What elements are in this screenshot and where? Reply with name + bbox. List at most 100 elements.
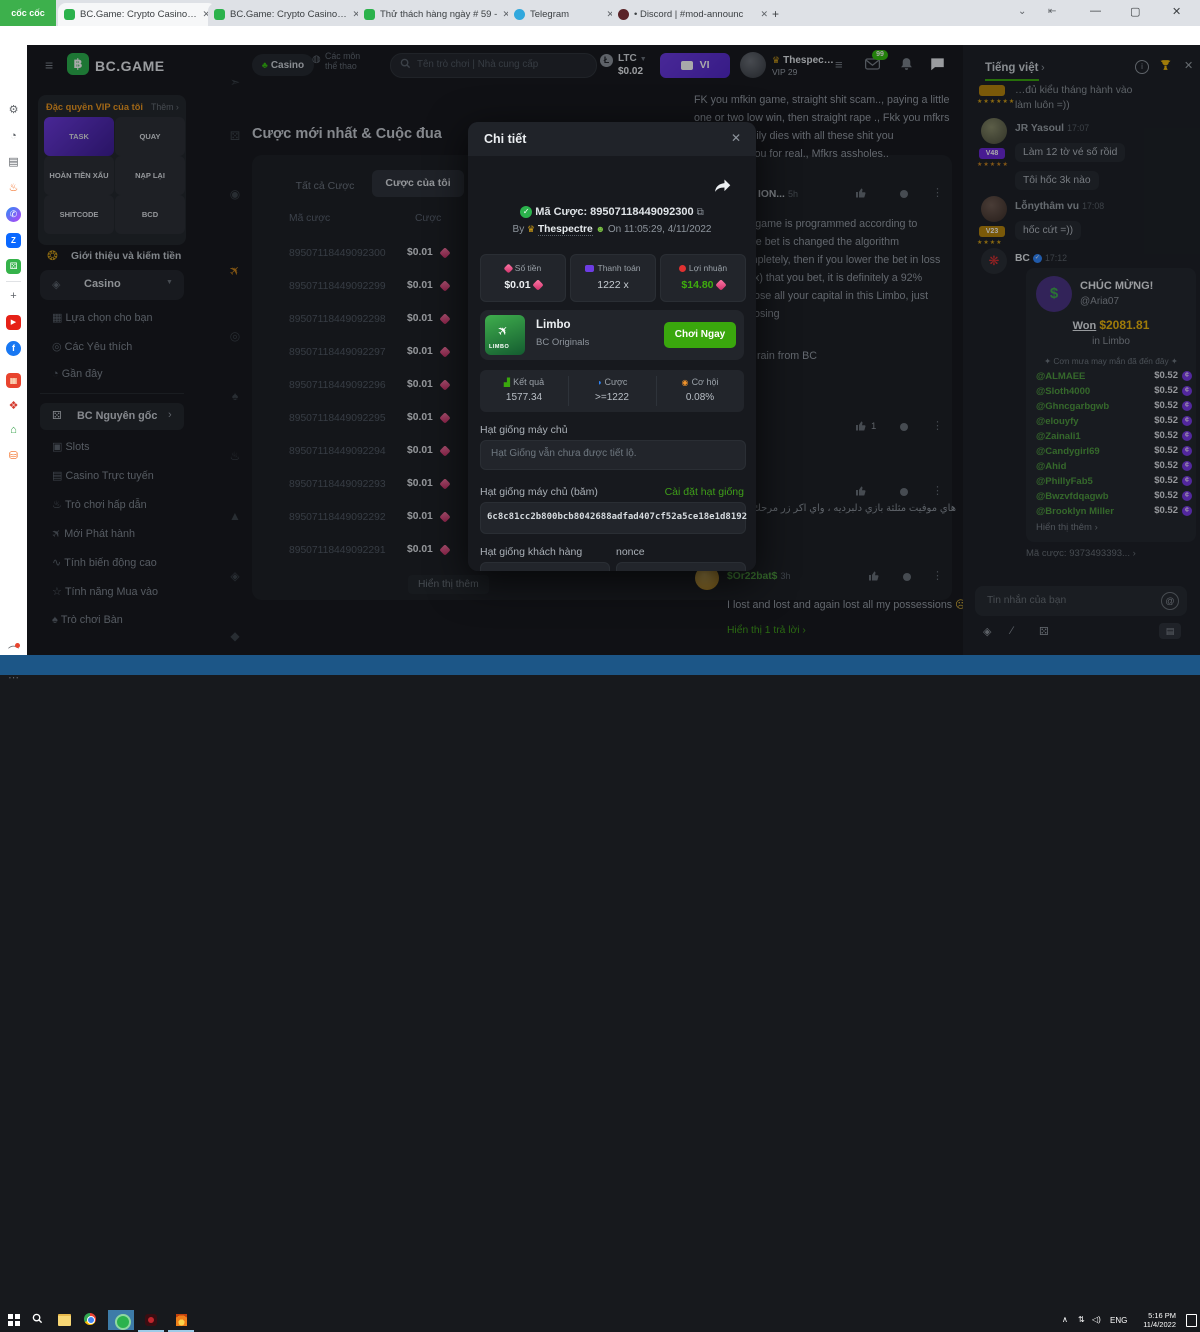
like-icon[interactable]: [855, 420, 867, 432]
tray-volume-icon[interactable]: ◁): [1092, 1315, 1101, 1324]
chat-user-row[interactable]: Lỗnythâm vu 17:08: [1015, 200, 1104, 212]
facebook-icon[interactable]: f: [6, 341, 21, 356]
window-close-button[interactable]: ✕: [1172, 5, 1181, 18]
browser-tab-3[interactable]: Thử thách hàng ngày # 59 - ✕: [358, 3, 516, 26]
messenger-icon[interactable]: ✆: [6, 207, 21, 222]
chat-toggle-icon[interactable]: [930, 57, 945, 71]
browser-tab-5[interactable]: • Discord | #mod-announc ✕: [612, 3, 774, 26]
chat-rules-icon[interactable]: ▤: [1159, 623, 1181, 639]
game-center-icon[interactable]: ⚄: [6, 259, 21, 274]
tray-expand-icon[interactable]: ∧: [1062, 1315, 1068, 1324]
seed-settings-link[interactable]: Cài đặt hạt giống: [634, 486, 744, 498]
congrats-user[interactable]: @Aria07: [1080, 296, 1119, 307]
wallet-button[interactable]: VI: [660, 53, 730, 78]
browser-tab-4[interactable]: Telegram ✕: [508, 3, 620, 26]
slash-command-icon[interactable]: ∕: [1011, 625, 1013, 637]
browser-tab-1[interactable]: BC.Game: Crypto Casino Gam ✕: [58, 3, 216, 26]
modal-close-icon[interactable]: ✕: [731, 131, 741, 145]
chevron-right-icon[interactable]: ›: [1041, 62, 1045, 74]
window-maximize-button[interactable]: ▢: [1130, 5, 1140, 18]
coccoc-taskbar-app[interactable]: [108, 1310, 134, 1330]
youtube-icon[interactable]: ▶: [6, 315, 21, 330]
flame-taskbar-app[interactable]: [168, 1310, 194, 1332]
rail-mine-icon[interactable]: ▲: [226, 509, 244, 523]
casino-select[interactable]: ◈ Casino ▼: [40, 270, 184, 300]
table-row[interactable]: 89507118449092298$0.0111:0: [289, 313, 386, 325]
rail-spade-icon[interactable]: ♠: [226, 389, 244, 403]
like-icon[interactable]: [855, 187, 867, 199]
chat-avatar[interactable]: [981, 196, 1007, 222]
bcgame-taskbar-app[interactable]: [138, 1310, 164, 1332]
rail-limbo-rocket-icon[interactable]: ✈: [223, 259, 247, 283]
winner-name[interactable]: @Zainali1: [1036, 431, 1081, 442]
play-now-button[interactable]: Chơi Ngay: [664, 322, 736, 348]
more-menu-icon[interactable]: ⋮: [932, 484, 943, 497]
mail-icon[interactable]: 99: [865, 58, 880, 70]
rain-bet-code-link[interactable]: Mã cược: 9373493393... ›: [1026, 548, 1136, 559]
browser-tab-2[interactable]: BC.Game: Crypto Casino Gan ✕: [208, 3, 366, 26]
rail-dice-icon[interactable]: ⚄: [226, 129, 244, 143]
copy-icon[interactable]: ⧉: [697, 207, 704, 218]
user-info[interactable]: ♛ Thespectre VIP 29: [772, 54, 835, 77]
show-more-winners-link[interactable]: Hiển thị thêm ›: [1036, 522, 1098, 533]
history-clock-icon[interactable]: ◔: [6, 129, 21, 144]
table-row[interactable]: 89507118449092300$0.0111:0: [289, 247, 386, 259]
shopping-icon[interactable]: ▦: [6, 373, 21, 388]
info-icon[interactable]: i: [1135, 60, 1149, 74]
limbo-thumbnail[interactable]: ✈ LIMBO: [485, 315, 525, 355]
dislike-dot-icon[interactable]: [900, 190, 908, 198]
gift-icon[interactable]: ❖: [6, 399, 21, 414]
show-more-button[interactable]: Hiển thị thêm: [408, 575, 489, 594]
rail-pin-icon[interactable]: ➣: [226, 75, 244, 89]
like-icon[interactable]: [855, 485, 867, 497]
sidebar-item-table-games[interactable]: ♠ Trò chơi Bàn: [52, 614, 123, 626]
tab-history-icon[interactable]: ⇤: [1048, 6, 1056, 17]
server-seed-hash-field[interactable]: 6c8c81cc2b800bcb8042688adfad407cf52a5ce1…: [480, 502, 746, 534]
dislike-dot-icon[interactable]: [903, 573, 911, 581]
newsfeed-icon[interactable]: ▤: [6, 155, 21, 170]
sidebar-toggle-icon[interactable]: ≡: [45, 57, 53, 73]
dislike-dot-icon[interactable]: [900, 423, 908, 431]
vip-more-link[interactable]: Thêm ›: [151, 102, 179, 112]
nav-sports-button[interactable]: Các môn thể thao: [325, 51, 360, 71]
nav-casino-button[interactable]: ♣ Casino: [252, 54, 314, 76]
sidebar-item-favorites[interactable]: ◎ Các Yêu thích: [52, 340, 132, 353]
rail-wheel-icon[interactable]: ◎: [226, 329, 244, 343]
close-chat-icon[interactable]: ✕: [1184, 59, 1193, 72]
nonce-field[interactable]: [616, 562, 746, 571]
hot-flame-icon[interactable]: ♨: [6, 181, 21, 196]
winner-name[interactable]: @ALMAEE: [1036, 371, 1085, 382]
table-row[interactable]: 89507118449092293$0.0111:0: [289, 478, 386, 490]
table-row[interactable]: 89507118449092299$0.0111:0: [289, 280, 386, 292]
sidebar-item-new-releases[interactable]: ✈ Mới Phát hành: [52, 527, 135, 540]
more-menu-icon[interactable]: ⋮: [932, 419, 943, 432]
file-explorer-icon[interactable]: [58, 1314, 71, 1326]
bcgame-logo-icon[interactable]: ฿: [67, 53, 89, 75]
bell-icon[interactable]: [900, 57, 913, 71]
referral-link[interactable]: Giới thiệu và kiếm tiền: [71, 251, 181, 262]
chat-message-input[interactable]: Tin nhắn của bạn @: [975, 586, 1187, 616]
chat-room-label[interactable]: Tiếng việt: [985, 62, 1038, 74]
sidebar-item-high-volatility[interactable]: ∿ Tính biến động cao: [52, 556, 157, 569]
winner-name[interactable]: @Brooklyn Miller: [1036, 506, 1114, 517]
client-seed-field[interactable]: [480, 562, 610, 571]
sidebar-item-live-casino[interactable]: ▤ Casino Trực tuyến: [52, 469, 154, 482]
chrome-icon[interactable]: [84, 1313, 96, 1325]
share-bet-icon[interactable]: [714, 178, 732, 194]
zalo-icon[interactable]: Z: [6, 233, 21, 248]
winner-name[interactable]: @PhillyFab5: [1036, 476, 1093, 487]
promo-shitcode-card[interactable]: SHITCODE: [44, 195, 114, 234]
sidebar-item-slots[interactable]: ▣ Slots: [52, 440, 89, 453]
settings-gear-icon[interactable]: ⚙: [6, 103, 21, 118]
sidebar-item-hot-games[interactable]: ♨ Trò chơi hấp dẫn: [52, 498, 147, 511]
winner-name[interactable]: @Sloth4000: [1036, 386, 1090, 397]
promo-reload-card[interactable]: NẠP LẠI: [115, 156, 185, 195]
mention-at-icon[interactable]: @: [1161, 592, 1179, 610]
clock[interactable]: 5:16 PM 11/4/2022: [1134, 1312, 1176, 1329]
action-center-icon[interactable]: [1186, 1314, 1197, 1327]
table-row[interactable]: 89507118449092295$0.0111:0: [289, 412, 386, 424]
show-replies-link[interactable]: Hiển thị 1 trả lời ›: [727, 625, 806, 636]
game-search-input[interactable]: Tên trò chơi | Nhà cung cấp: [390, 53, 597, 78]
winner-name[interactable]: @elouyfy: [1036, 416, 1079, 427]
promo-bcd-card[interactable]: BCD: [115, 195, 185, 234]
